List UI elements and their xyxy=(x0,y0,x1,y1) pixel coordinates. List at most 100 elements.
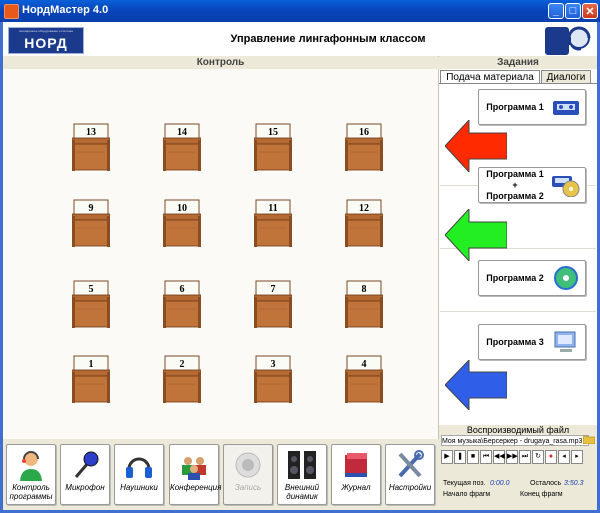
desk-4[interactable]: 4 xyxy=(344,354,384,404)
desk-number: 5 xyxy=(88,284,94,295)
tool-label: Наушники xyxy=(120,483,158,492)
desk-10[interactable]: 10 xyxy=(162,198,202,248)
desk-number: 6 xyxy=(179,284,185,295)
program-1-label: Программа 1 xyxy=(486,101,544,112)
desk-number: 1 xyxy=(88,359,94,370)
tab-material[interactable]: Подача материала xyxy=(440,70,540,83)
record-button[interactable]: ● xyxy=(545,450,557,464)
forward-button[interactable]: ▶▶ xyxy=(506,450,518,464)
title-bar[interactable]: НордМастер 4.0 _ □ ✕ xyxy=(0,0,600,22)
program-3-button[interactable]: Программа 3 xyxy=(478,324,586,360)
program-1-2-label: Программа 1 + Программа 2 xyxy=(486,168,544,201)
desk-13[interactable]: 13 xyxy=(71,122,111,172)
desk-number: 8 xyxy=(361,284,367,295)
page-title: Управление лингафонным классом xyxy=(230,33,426,45)
desk-number: 16 xyxy=(359,127,369,138)
desk-number: 4 xyxy=(361,359,367,370)
record-icon xyxy=(233,449,263,481)
playing-file-field[interactable]: Моя музыка\Берсеркер - drugaya_rasa.mp3 xyxy=(441,435,589,446)
fragment-end-label: Конец фрагм xyxy=(520,491,563,498)
desk-5[interactable]: 5 xyxy=(71,279,111,329)
desk-number: 9 xyxy=(88,203,94,214)
separator xyxy=(440,311,596,312)
desk-6[interactable]: 6 xyxy=(162,279,202,329)
desk-number: 7 xyxy=(270,284,276,295)
tool-label: Конференция xyxy=(170,483,222,492)
desk-15[interactable]: 15 xyxy=(253,122,293,172)
conference-button[interactable]: Конференция xyxy=(169,444,222,505)
desk-8[interactable]: 8 xyxy=(344,279,384,329)
program-2-label: Программа 2 xyxy=(486,272,544,283)
desk-number: 12 xyxy=(359,203,369,214)
computer-icon xyxy=(551,330,581,354)
operator-button[interactable]: Контроль программы xyxy=(6,444,56,505)
arrow-program-3-icon xyxy=(445,360,507,410)
program-2-button[interactable]: Программа 2 xyxy=(478,260,586,296)
cassette-disc-icon xyxy=(551,173,581,198)
close-button[interactable]: ✕ xyxy=(582,3,598,19)
tool-label: Запись xyxy=(234,483,262,492)
speaker-icon xyxy=(287,449,317,481)
journal-icon xyxy=(341,449,371,481)
maximize-button[interactable]: □ xyxy=(565,3,581,19)
remaining-label: Осталось xyxy=(530,480,562,487)
desk-number: 13 xyxy=(86,127,96,138)
tasks-heading: Задания xyxy=(439,56,597,70)
cassette-icon xyxy=(551,95,581,119)
desk-11[interactable]: 11 xyxy=(253,198,293,248)
conference-icon xyxy=(179,449,209,481)
microphone-button[interactable]: Микрофон xyxy=(60,444,110,505)
desk-3[interactable]: 3 xyxy=(253,354,293,404)
desk-14[interactable]: 14 xyxy=(162,122,202,172)
cd-disc-icon xyxy=(551,266,581,290)
nord-logo: лингафонное оборудование и системы НОРД xyxy=(8,27,84,54)
rewind-button[interactable]: ◀◀ xyxy=(493,450,505,464)
play-button[interactable]: ▶ xyxy=(441,450,453,464)
speaker-button[interactable]: Внешний динамик xyxy=(277,444,327,505)
program-3-label: Программа 3 xyxy=(486,336,544,347)
desk-7[interactable]: 7 xyxy=(253,279,293,329)
settings-button[interactable]: Настройки xyxy=(385,444,435,505)
operator-icon xyxy=(16,449,46,481)
desk-1[interactable]: 1 xyxy=(71,354,111,404)
prev-fragment-button[interactable]: ◂ xyxy=(558,450,570,464)
desk-number: 10 xyxy=(177,203,187,214)
headphones-button[interactable]: Наушники xyxy=(114,444,164,505)
desk-number: 2 xyxy=(179,359,185,370)
arrow-program-1-icon xyxy=(445,120,507,172)
repeat-button[interactable]: ↻ xyxy=(532,450,544,464)
to-start-button[interactable]: ⏮ xyxy=(480,450,492,464)
transport-controls: ▶ ❚ ■ ⏮ ◀◀ ▶▶ ⏭ ↻ ● ◂ ▸ xyxy=(441,450,595,464)
remaining-value: 3:50.3 xyxy=(564,480,584,487)
tool-label: Контроль программы xyxy=(9,483,53,501)
arrow-program-2-icon xyxy=(445,209,507,261)
record-button[interactable]: Запись xyxy=(223,444,273,505)
microphone-icon xyxy=(70,449,100,481)
tool-label: Журнал xyxy=(341,483,371,492)
stop-button[interactable]: ■ xyxy=(467,450,479,464)
desk-number: 3 xyxy=(270,359,276,370)
desk-number: 15 xyxy=(268,127,278,138)
desk-2[interactable]: 2 xyxy=(162,354,202,404)
current-pos-value: 0:00.0 xyxy=(490,480,510,487)
current-pos-label: Текущая поз. xyxy=(443,480,486,487)
to-end-button[interactable]: ⏭ xyxy=(519,450,531,464)
desk-number: 11 xyxy=(268,203,278,214)
desk-12[interactable]: 12 xyxy=(344,198,384,248)
tool-label: Микрофон xyxy=(65,483,105,492)
app-icon xyxy=(4,4,19,19)
control-heading: Контроль xyxy=(3,56,438,70)
pause-button[interactable]: ❚ xyxy=(454,450,466,464)
tab-dialogs[interactable]: Диалоги xyxy=(541,70,591,83)
desk-9[interactable]: 9 xyxy=(71,198,111,248)
tool-label: Настройки xyxy=(388,483,432,492)
program-1-2-button[interactable]: Программа 1 + Программа 2 xyxy=(478,167,586,203)
tab-divider xyxy=(439,83,597,84)
minimize-button[interactable]: _ xyxy=(548,3,564,19)
desk-16[interactable]: 16 xyxy=(344,122,384,172)
folder-icon[interactable] xyxy=(583,434,595,444)
next-fragment-button[interactable]: ▸ xyxy=(571,450,583,464)
window-title: НордМастер 4.0 xyxy=(22,4,109,16)
journal-button[interactable]: Журнал xyxy=(331,444,381,505)
playing-file-label: Воспроизводимый файл xyxy=(466,425,570,435)
